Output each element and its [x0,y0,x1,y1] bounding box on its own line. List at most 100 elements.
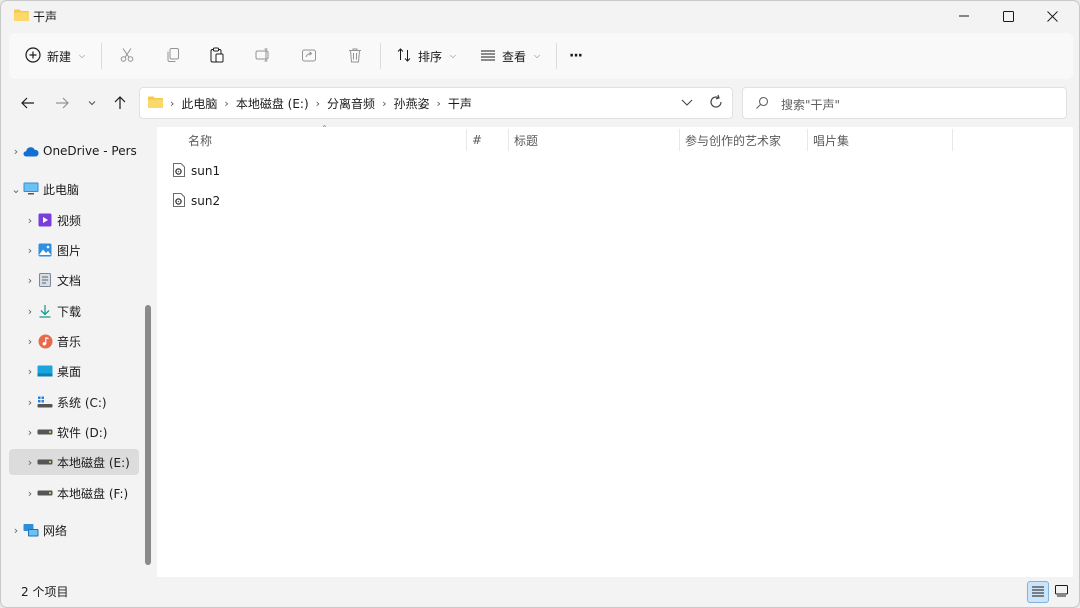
chevron-right-icon[interactable]: › [23,456,37,469]
audio-file-icon [173,192,185,210]
column-divider[interactable] [466,129,467,151]
back-button[interactable] [17,95,39,113]
toolbar-divider [556,43,557,69]
column-header-artists[interactable]: 参与创作的艺术家 [685,127,781,153]
up-button[interactable] [109,95,131,113]
close-button[interactable] [1029,1,1075,31]
column-header-title[interactable]: 标题 [514,127,538,153]
sidebar-item-downloads[interactable]: › 下载 [23,298,155,324]
address-history-button[interactable] [680,95,694,112]
chevron-right-icon[interactable]: › [9,524,23,537]
sidebar-item-drive-c[interactable]: › 系统 (C:) [23,389,155,415]
column-divider[interactable] [952,129,953,151]
item-count: 2 个项目 [21,585,69,599]
chevron-right-icon: › [170,96,175,110]
folder-icon [14,9,29,24]
drive-icon [37,485,53,501]
column-header-label: # [472,133,483,147]
minimize-button[interactable] [941,1,987,31]
file-list: ⌃ 名称 # 标题 参与创作的艺术家 唱片集 sun1 sun2 [157,124,1073,577]
breadcrumb: › 此电脑 › 本地磁盘 (E:) › 分离音频 › 孙燕姿 › 干声 [148,88,472,118]
chevron-right-icon[interactable]: › [23,274,37,287]
sidebar-item-drive-d[interactable]: › 软件 (D:) [23,419,155,445]
rename-icon [255,47,271,66]
sidebar-item-label: 文档 [57,273,82,288]
breadcrumb-current[interactable]: 干声 [448,95,472,112]
trash-icon [347,47,363,66]
sidebar-item-onedrive[interactable]: › OneDrive - Pers [9,138,141,164]
sidebar-scrollbar[interactable] [145,305,151,565]
sidebar-item-drive-e[interactable]: › 本地磁盘 (E:) [9,449,139,475]
chevron-right-icon[interactable]: › [23,214,37,227]
chevron-right-icon[interactable]: › [23,244,37,257]
breadcrumb-drive-e[interactable]: 本地磁盘 (E:) [236,95,309,112]
sidebar-item-drive-f[interactable]: › 本地磁盘 (F:) [23,480,155,506]
cut-icon [119,47,135,66]
sidebar-item-desktop[interactable]: › 桌面 [23,358,155,384]
window-title: 干声 [33,10,58,24]
column-divider[interactable] [679,129,680,151]
chevron-right-icon[interactable]: › [23,426,37,439]
column-divider[interactable] [807,129,808,151]
sidebar-item-label: 桌面 [57,364,82,379]
view-button[interactable]: 查看 ⌵ [480,42,540,70]
sidebar-item-label: 系统 (C:) [57,395,107,410]
sidebar-item-documents[interactable]: › 文档 [23,267,155,293]
breadcrumb-this-pc[interactable]: 此电脑 [181,95,217,112]
chevron-right-icon[interactable]: › [23,487,37,500]
maximize-button[interactable] [985,1,1031,31]
column-header-album[interactable]: 唱片集 [813,127,849,153]
paste-button[interactable] [209,42,225,70]
downloads-icon [37,303,53,319]
recent-locations-button[interactable] [81,95,103,113]
more-options-button[interactable]: ··· [569,42,583,70]
chevron-down-icon[interactable]: ⌄ [9,183,23,196]
sidebar-item-this-pc[interactable]: ⌄ 此电脑 [9,176,141,202]
chevron-right-icon[interactable]: › [23,365,37,378]
sort-ascending-icon: ⌃ [321,124,328,133]
rename-button[interactable] [255,42,271,70]
delete-button[interactable] [347,42,363,70]
chevron-right-icon[interactable]: › [23,335,37,348]
toolbar-divider [101,43,102,69]
copy-button[interactable] [165,42,181,70]
column-header-name[interactable]: 名称 [188,127,212,153]
forward-button[interactable] [51,95,73,113]
sort-button[interactable]: 排序 ⌵ [396,42,456,70]
search-box[interactable]: 搜索"干声" [742,87,1067,119]
arrow-right-icon [55,96,69,113]
file-name: sun2 [191,194,221,208]
breadcrumb-separated-audio[interactable]: 分离音频 [327,95,375,112]
chevron-right-icon[interactable]: › [9,145,23,158]
share-button[interactable] [301,42,317,70]
chevron-right-icon[interactable]: › [23,396,37,409]
details-view-button[interactable] [1027,581,1049,603]
refresh-icon[interactable] [708,94,724,113]
arrow-left-icon [21,96,35,113]
sidebar-item-network[interactable]: › 网络 [9,517,141,543]
sidebar-item-label: OneDrive - Pers [43,144,137,158]
videos-icon [37,212,53,228]
file-explorer-window: 干声 新建 ⌵ 排序 ⌵ 查看 ⌵ ··· › 此电脑 › 本地磁盘 (E:) … [0,0,1080,608]
breadcrumb-artist[interactable]: 孙燕姿 [393,95,429,112]
cut-button[interactable] [119,42,135,70]
chevron-right-icon: › [224,96,229,110]
sidebar-item-music[interactable]: › 音乐 [23,328,155,354]
large-icons-view-button[interactable] [1050,581,1072,603]
sidebar-item-label: 网络 [43,523,68,538]
drive-icon [37,424,53,440]
file-row[interactable]: sun1 [173,157,453,185]
chevron-right-icon[interactable]: › [23,305,37,318]
new-button[interactable]: 新建 ⌵ [25,42,85,70]
system-drive-icon [37,394,53,410]
sidebar-item-videos[interactable]: › 视频 [23,207,155,233]
search-icon [755,96,769,113]
sidebar-item-pictures[interactable]: › 图片 [23,237,155,263]
column-divider[interactable] [508,129,509,151]
address-bar[interactable]: › 此电脑 › 本地磁盘 (E:) › 分离音频 › 孙燕姿 › 干声 [139,87,733,119]
search-input[interactable]: 搜索"干声" [781,96,840,113]
sort-button-label: 排序 [418,49,443,64]
file-row[interactable]: sun2 [173,187,453,215]
column-header-number[interactable]: # [472,127,482,153]
pictures-icon [37,242,53,258]
